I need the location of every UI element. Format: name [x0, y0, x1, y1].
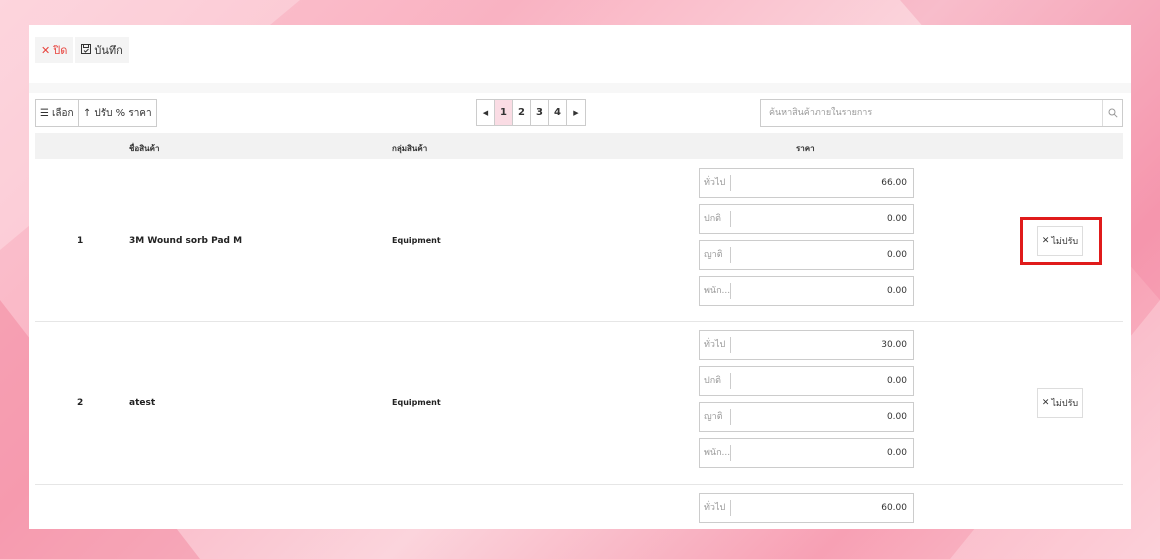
save-label: บันทึก [94, 44, 123, 57]
table-header: ชื่อสินค้า กลุ่มสินค้า ราคา [35, 133, 1123, 159]
no-adjust-button[interactable]: ✕ ไม่ปรับ [1037, 388, 1083, 418]
price-field: ทั่วไป [699, 330, 914, 360]
product-group: Equipment [392, 236, 441, 245]
price-label: ทั่วไป [700, 337, 731, 353]
no-adjust-label: ไม่ปรับ [1051, 399, 1079, 409]
page-button-3[interactable]: 3 [531, 100, 549, 125]
price-field: พนัก... [699, 276, 914, 306]
close-label: ปิด [53, 44, 68, 57]
price-input[interactable] [731, 340, 913, 350]
price-input[interactable] [731, 250, 913, 260]
next-page-button[interactable]: ▶ [567, 100, 585, 125]
price-label: ทั่วไป [700, 500, 731, 516]
divider [29, 83, 1131, 93]
select-label: เลือก [51, 107, 74, 119]
table-row: ทั่วไป [35, 485, 1123, 529]
price-input[interactable] [731, 214, 913, 224]
page-button-2[interactable]: 2 [513, 100, 531, 125]
save-icon [81, 43, 92, 57]
close-icon: ✕ [41, 43, 51, 57]
header-price: ราคา [796, 144, 815, 153]
edit-panel: ✕ ปิด บันทึก ☰ เลือก ↑ ปรับ % ราคา ◀ 1 2… [29, 25, 1131, 529]
price-field: ทั่วไป [699, 168, 914, 198]
search-box [760, 99, 1123, 127]
row-index: 1 [77, 236, 84, 246]
prev-page-button[interactable]: ◀ [477, 100, 495, 125]
price-field: ญาติ [699, 240, 914, 270]
close-icon: ✕ [1041, 398, 1050, 408]
price-label: ทั่วไป [700, 175, 731, 191]
close-button[interactable]: ✕ ปิด [35, 37, 74, 63]
search-input[interactable] [761, 100, 1102, 126]
table-row: 2 atest Equipment ทั่วไป ปกติ ญาติ พนัก.… [35, 322, 1123, 485]
page-button-1[interactable]: 1 [495, 100, 513, 125]
row-index: 2 [77, 398, 84, 408]
arrow-up-icon: ↑ [83, 107, 92, 119]
price-label: ปกติ [700, 373, 731, 389]
price-input[interactable] [731, 503, 913, 513]
price-field: ปกติ [699, 204, 914, 234]
price-input[interactable] [731, 448, 913, 458]
price-label: ญาติ [700, 247, 731, 263]
pagination: ◀ 1 2 3 4 ▶ [476, 99, 586, 126]
price-fields: ทั่วไป ปกติ ญาติ พนัก... [699, 330, 914, 474]
price-field: ทั่วไป [699, 493, 914, 523]
header-group: กลุ่มสินค้า [392, 144, 428, 153]
select-list-icon: ☰ [40, 107, 49, 119]
price-field: พนัก... [699, 438, 914, 468]
adjust-price-label: ปรับ % ราคา [94, 107, 152, 119]
price-label: พนัก... [700, 445, 731, 461]
highlight-box [1020, 217, 1102, 265]
price-label: พนัก... [700, 283, 731, 299]
search-button[interactable] [1102, 100, 1122, 126]
search-icon [1108, 108, 1118, 118]
price-input[interactable] [731, 376, 913, 386]
table-row: 1 3M Wound sorb Pad M Equipment ทั่วไป ป… [35, 159, 1123, 322]
toolbar: ✕ ปิด บันทึก [29, 25, 1131, 83]
controls-row: ☰ เลือก ↑ ปรับ % ราคา ◀ 1 2 3 4 ▶ [29, 93, 1131, 133]
price-fields: ทั่วไป ปกติ ญาติ พนัก... [699, 168, 914, 312]
price-input[interactable] [731, 286, 913, 296]
price-input[interactable] [731, 412, 913, 422]
price-label: ญาติ [700, 409, 731, 425]
adjust-price-button[interactable]: ↑ ปรับ % ราคา [78, 99, 157, 127]
price-fields: ทั่วไป [699, 493, 914, 529]
product-name: 3M Wound sorb Pad M [129, 236, 243, 246]
product-name: atest [129, 398, 156, 408]
price-field: ญาติ [699, 402, 914, 432]
price-field: ปกติ [699, 366, 914, 396]
page-button-4[interactable]: 4 [549, 100, 567, 125]
product-group: Equipment [392, 398, 441, 407]
price-input[interactable] [731, 178, 913, 188]
save-button[interactable]: บันทึก [75, 37, 129, 63]
header-name: ชื่อสินค้า [129, 144, 160, 153]
select-button[interactable]: ☰ เลือก [35, 99, 79, 127]
price-label: ปกติ [700, 211, 731, 227]
